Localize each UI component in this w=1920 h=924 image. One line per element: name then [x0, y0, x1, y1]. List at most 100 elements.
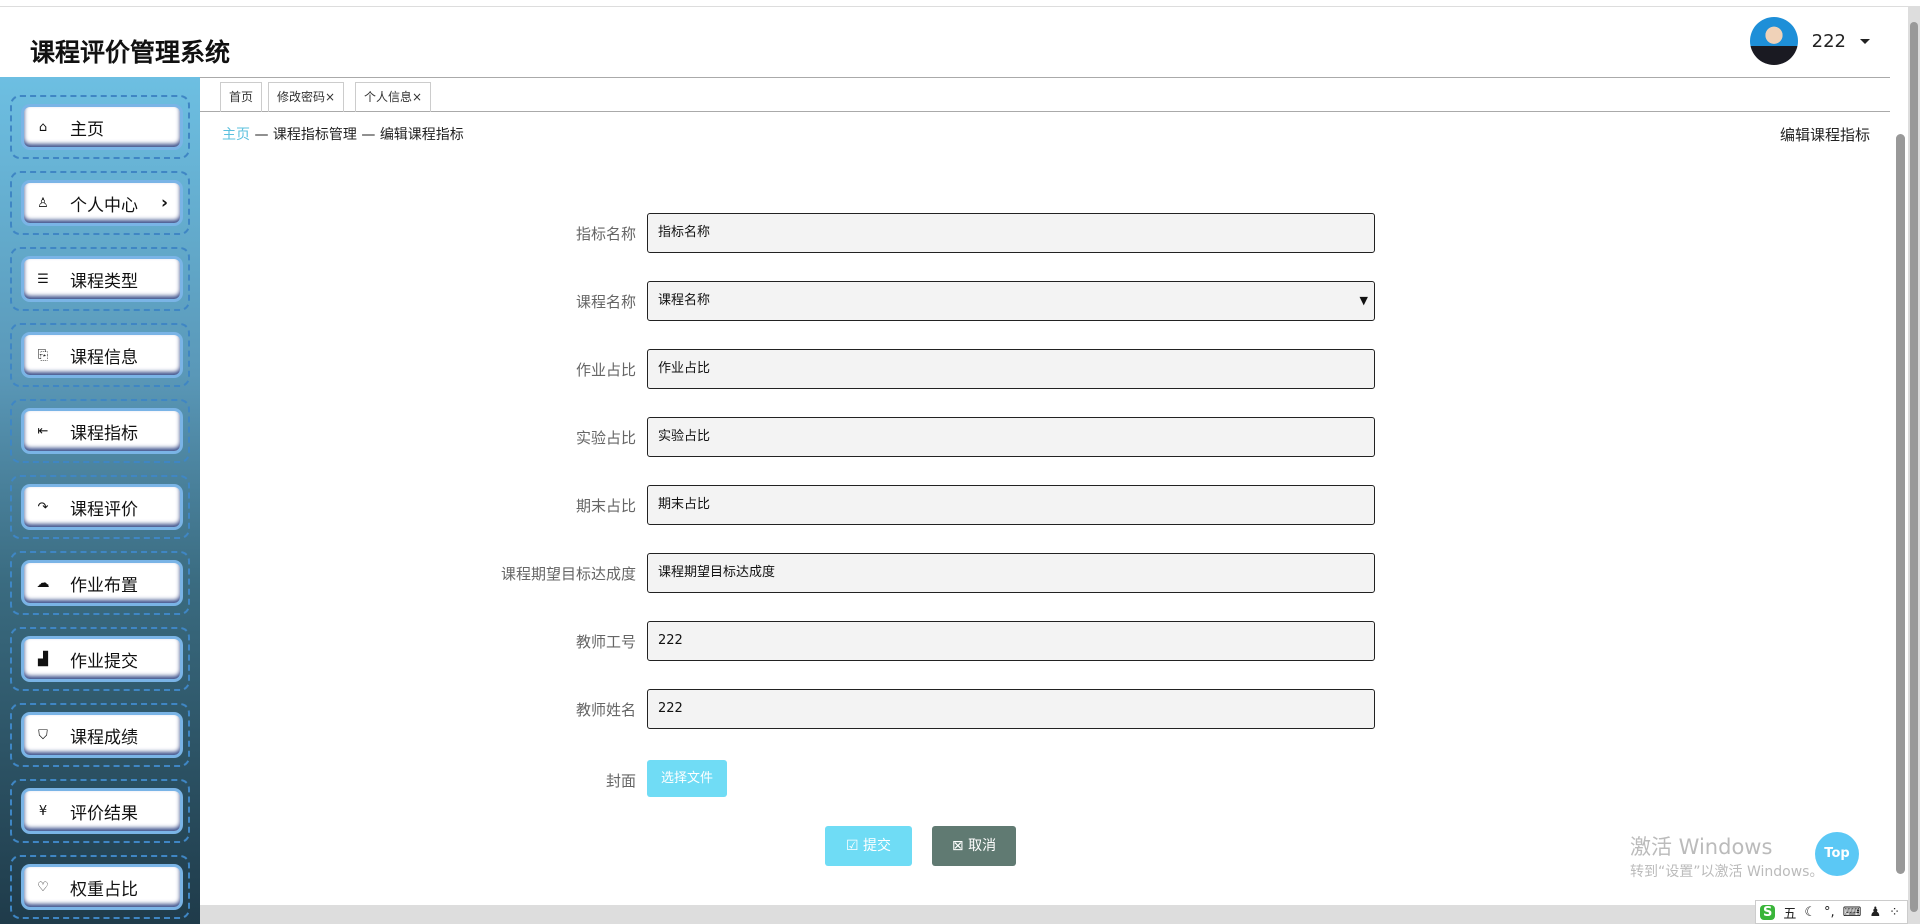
cancel-button[interactable]: ⊠ 取消	[932, 826, 1016, 866]
heart-icon: ♡	[37, 879, 49, 895]
field-label: 课程名称	[575, 293, 636, 311]
text-input[interactable]: 作业占比	[647, 349, 1375, 389]
form-row: 课程期望目标达成度 课程期望目标达成度	[400, 553, 1376, 593]
field-label: 教师工号	[575, 633, 636, 651]
cancel-label: 取消	[968, 838, 997, 854]
form-row: 指标名称 指标名称	[400, 213, 1376, 253]
keyboard-icon[interactable]: ⌨	[1843, 905, 1862, 920]
sidebar-item-label: 课程评价	[70, 499, 138, 520]
cloud-upload-icon: ☁	[36, 575, 50, 591]
sidebar-item-3[interactable]: ⎘ 课程信息	[10, 323, 190, 387]
tab-personal-info[interactable]: 个人信息×	[355, 82, 432, 112]
text-input[interactable]: 222	[647, 621, 1375, 661]
field-value: 课程名称	[658, 293, 711, 308]
sidebar-item-box[interactable]: ↷ 课程评价	[24, 487, 180, 527]
sidebar-item-label: 课程成绩	[70, 727, 138, 748]
sidebar-item-6[interactable]: ☁ 作业布置	[10, 551, 190, 615]
horizontal-scrollbar[interactable]	[200, 905, 1893, 924]
sidebar-item-box[interactable]: ☰ 课程类型	[24, 259, 180, 299]
content-scrollbar[interactable]	[1893, 120, 1907, 905]
sidebar-item-box[interactable]: ⛉ 课程成绩	[24, 715, 180, 755]
sidebar-item-7[interactable]: ▟ 作业提交	[10, 627, 190, 691]
field-label: 作业占比	[575, 361, 636, 379]
sidebar-item-box[interactable]: ⌂ 主页	[24, 107, 180, 147]
field-value: 作业占比	[658, 361, 711, 376]
submit-button[interactable]: ☑ 提交	[825, 826, 912, 866]
field-value: 课程期望目标达成度	[658, 565, 776, 580]
windows-activation-watermark: 激活 Windows 转到“设置”以激活 Windows。	[1630, 831, 1823, 881]
sidebar-item-8[interactable]: ⛉ 课程成绩	[10, 703, 190, 767]
field-value: 222	[658, 633, 683, 648]
user-menu[interactable]: 222	[1749, 17, 1870, 65]
sidebar-item-box[interactable]: ☁ 作业布置	[24, 563, 180, 603]
field-label: 实验占比	[575, 429, 636, 447]
shield-icon: ⛉	[38, 727, 48, 743]
sidebar-item-10[interactable]: ♡ 权重占比	[10, 855, 190, 919]
back-to-top-button[interactable]: Top	[1815, 832, 1859, 876]
chevron-right-icon: ›	[160, 193, 168, 213]
ime-mode[interactable]: 五	[1783, 903, 1796, 922]
sidebar-item-1[interactable]: ♙ 个人中心 ›	[10, 171, 190, 235]
form-row: 作业占比 作业占比	[400, 349, 1376, 389]
form-row: 教师姓名 222	[400, 689, 1376, 729]
sidebar-item-box[interactable]: ▟ 作业提交	[24, 639, 180, 679]
sidebar-item-box[interactable]: ¥ 评价结果	[24, 791, 180, 831]
field-value: 指标名称	[658, 225, 711, 240]
tab-bar: 首页 修改密码× 个人信息×	[200, 77, 1890, 112]
sogou-logo-icon[interactable]: S	[1760, 904, 1776, 920]
field-value: 实验占比	[658, 429, 711, 444]
close-icon: ⊠	[951, 838, 969, 854]
sidebar-item-box[interactable]: ♙ 个人中心 ›	[24, 183, 180, 223]
sidebar-item-0[interactable]: ⌂ 主页	[10, 95, 190, 159]
tab-home[interactable]: 首页	[220, 82, 263, 112]
page-scrollbar[interactable]	[1908, 7, 1920, 924]
avatar[interactable]	[1749, 17, 1798, 65]
sidebar-item-5[interactable]: ↷ 课程评价	[10, 475, 190, 539]
form-row: 教师工号 222	[400, 621, 1376, 661]
breadcrumb-home[interactable]: 主页	[222, 127, 250, 143]
yen-icon: ¥	[38, 803, 48, 819]
text-input[interactable]: 指标名称	[647, 213, 1375, 253]
grid-icon[interactable]: ⁘	[1889, 905, 1900, 920]
ime-toolbar[interactable]: S 五 ☾ °, ⌨ ♟ ⁘	[1755, 900, 1908, 924]
sidebar-item-box[interactable]: ⎘ 课程信息	[24, 335, 180, 375]
breadcrumb-separator: —	[356, 127, 380, 143]
field-value: 222	[658, 701, 683, 716]
sidebar-item-9[interactable]: ¥ 评价结果	[10, 779, 190, 843]
submit-label: 提交	[863, 838, 891, 854]
share-icon: ↷	[37, 499, 49, 515]
app-title: 课程评价管理系统	[30, 38, 231, 67]
document-icon: ⎘	[37, 347, 49, 363]
cover-label: 封面	[605, 772, 636, 790]
caret-down-icon[interactable]	[1860, 38, 1870, 44]
text-input[interactable]: 222	[647, 689, 1375, 729]
sidebar-item-box[interactable]: ♡ 权重占比	[24, 867, 180, 907]
punctuation-icon[interactable]: °,	[1824, 905, 1835, 920]
text-input[interactable]: 课程期望目标达成度	[647, 553, 1375, 593]
sidebar-item-label: 主页	[70, 119, 104, 140]
text-input[interactable]: 期末占比	[647, 485, 1375, 525]
cover-row: 封面	[400, 760, 1376, 800]
sidebar-item-2[interactable]: ☰ 课程类型	[10, 247, 190, 311]
scrollbar-thumb[interactable]	[1896, 134, 1905, 874]
course-select[interactable]: 课程名称 ▼	[647, 281, 1375, 321]
chevron-down-icon: ▼	[1359, 294, 1368, 307]
check-icon: ☑	[845, 838, 863, 854]
list-icon: ☰	[37, 271, 49, 287]
scrollbar-thumb[interactable]	[1910, 22, 1918, 912]
moon-icon[interactable]: ☾	[1804, 905, 1816, 920]
sidebar-item-label: 权重占比	[70, 879, 138, 900]
tab-change-password[interactable]: 修改密码×	[268, 82, 345, 112]
watermark-line2: 转到“设置”以激活 Windows。	[1630, 864, 1824, 880]
bar-chart-icon: ▟	[38, 651, 48, 667]
choose-file-button[interactable]: 选择文件	[647, 760, 727, 797]
field-value: 期末占比	[658, 497, 711, 512]
field-label: 教师姓名	[575, 701, 636, 719]
user-icon[interactable]: ♟	[1869, 905, 1881, 920]
sidebar-item-box[interactable]: ⇤ 课程指标	[24, 411, 180, 451]
text-input[interactable]: 实验占比	[647, 417, 1375, 457]
form-row: 实验占比 实验占比	[400, 417, 1376, 457]
username[interactable]: 222	[1812, 31, 1846, 52]
breadcrumb: 主页 — 课程指标管理 — 编辑课程指标	[222, 124, 464, 144]
sidebar-item-4[interactable]: ⇤ 课程指标	[10, 399, 190, 463]
